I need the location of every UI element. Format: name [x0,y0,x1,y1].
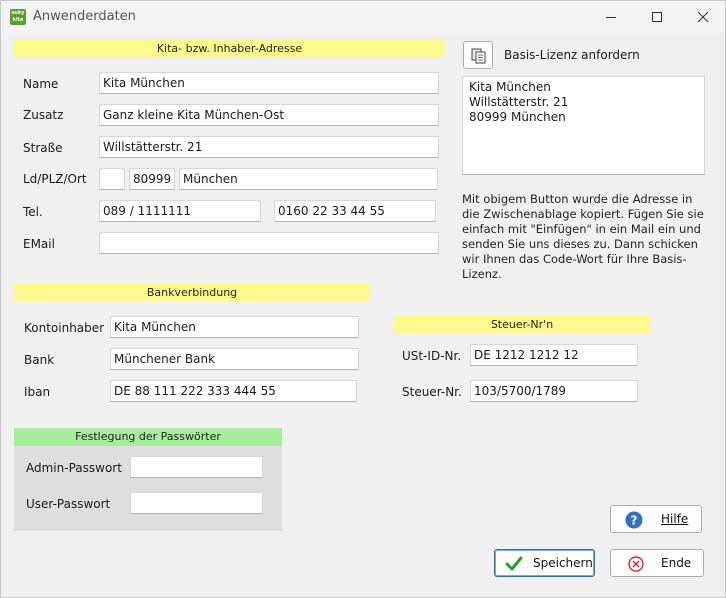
ust-label: USt-ID-Nr. [402,349,462,363]
admin-password-field[interactable] [130,456,263,478]
kontoinhaber-field[interactable]: Kita München [110,316,359,338]
address-memo[interactable]: Kita München Willstätterstr. 21 80999 Mü… [462,76,705,175]
title-bar: suky kita Anwenderdaten [1,1,725,33]
window-title: Anwenderdaten [33,9,136,24]
tax-header: Steuer-Nr'n [394,316,650,334]
tel-label: Tel. [23,205,43,219]
user-password-field[interactable] [130,492,263,514]
name-field[interactable]: Kita München [99,72,439,94]
memo-line: Kita München [469,80,551,94]
copy-clipboard-icon [471,48,486,64]
maximize-icon [652,12,662,22]
email-label: EMail [23,237,55,251]
minimize-button[interactable] [588,1,634,33]
steuer-label: Steuer-Nr. [402,385,462,399]
end-button[interactable]: Ende [610,549,704,577]
app-logo-icon: suky kita [10,9,26,25]
close-icon [697,11,709,23]
tel2-field[interactable]: 0160 22 33 44 55 [274,200,436,222]
tel1-field[interactable]: 089 / 1111111 [99,200,261,222]
minimize-icon [606,17,616,18]
iban-field[interactable]: DE 88 111 222 333 444 55 [110,380,357,402]
memo-line: Willstätterstr. 21 [469,95,569,109]
iban-label: Iban [24,385,51,399]
memo-line: 80999 München [469,110,566,124]
address-header: Kita- bzw. Inhaber-Adresse [14,40,445,58]
license-info-text: Mit obigem Button wurde die Adresse in d… [462,192,704,281]
name-label: Name [23,77,59,91]
bank-header: Bankverbindung [14,284,370,302]
basis-lizenz-label: Basis-Lizenz anfordern [504,48,640,62]
steuer-field[interactable]: 103/5700/1789 [470,380,638,402]
checkmark-icon [505,556,523,571]
help-label: Hilfe [661,512,689,526]
ust-field[interactable]: DE 1212 1212 12 [470,344,638,366]
end-label: Ende [661,556,692,570]
ort-field[interactable]: München [179,168,438,190]
close-button[interactable] [680,1,726,33]
zusatz-label: Zusatz [23,108,64,122]
ldplzort-label: Ld/PLZ/Ort [23,172,87,186]
copy-address-button[interactable] [463,41,493,69]
strasse-label: Straße [23,141,63,155]
admin-password-label: Admin-Passwort [26,461,122,475]
help-button[interactable]: ? Hilfe [610,505,702,533]
password-header: Festlegung der Passwörter [14,428,282,446]
save-label: Speichern [533,556,593,570]
email-field[interactable] [99,232,439,254]
plz-field[interactable]: 80999 [129,168,175,190]
user-password-label: User-Passwort [26,497,111,511]
maximize-button[interactable] [634,1,680,33]
save-button[interactable]: Speichern [494,549,595,577]
bank-field[interactable]: Münchener Bank [110,348,359,370]
bank-label: Bank [24,353,55,367]
help-icon: ? [625,511,643,529]
svg-text:?: ? [631,514,638,528]
land-field[interactable] [99,168,125,190]
zusatz-field[interactable]: Ganz kleine Kita München-Ost [99,104,439,126]
strasse-field[interactable]: Willstätterstr. 21 [99,136,439,158]
kontoinhaber-label: Kontoinhaber [24,321,105,335]
cancel-icon [628,556,644,572]
anwenderdaten-window: suky kita Anwenderdaten Kita- bzw. Inhabe… [0,0,726,598]
